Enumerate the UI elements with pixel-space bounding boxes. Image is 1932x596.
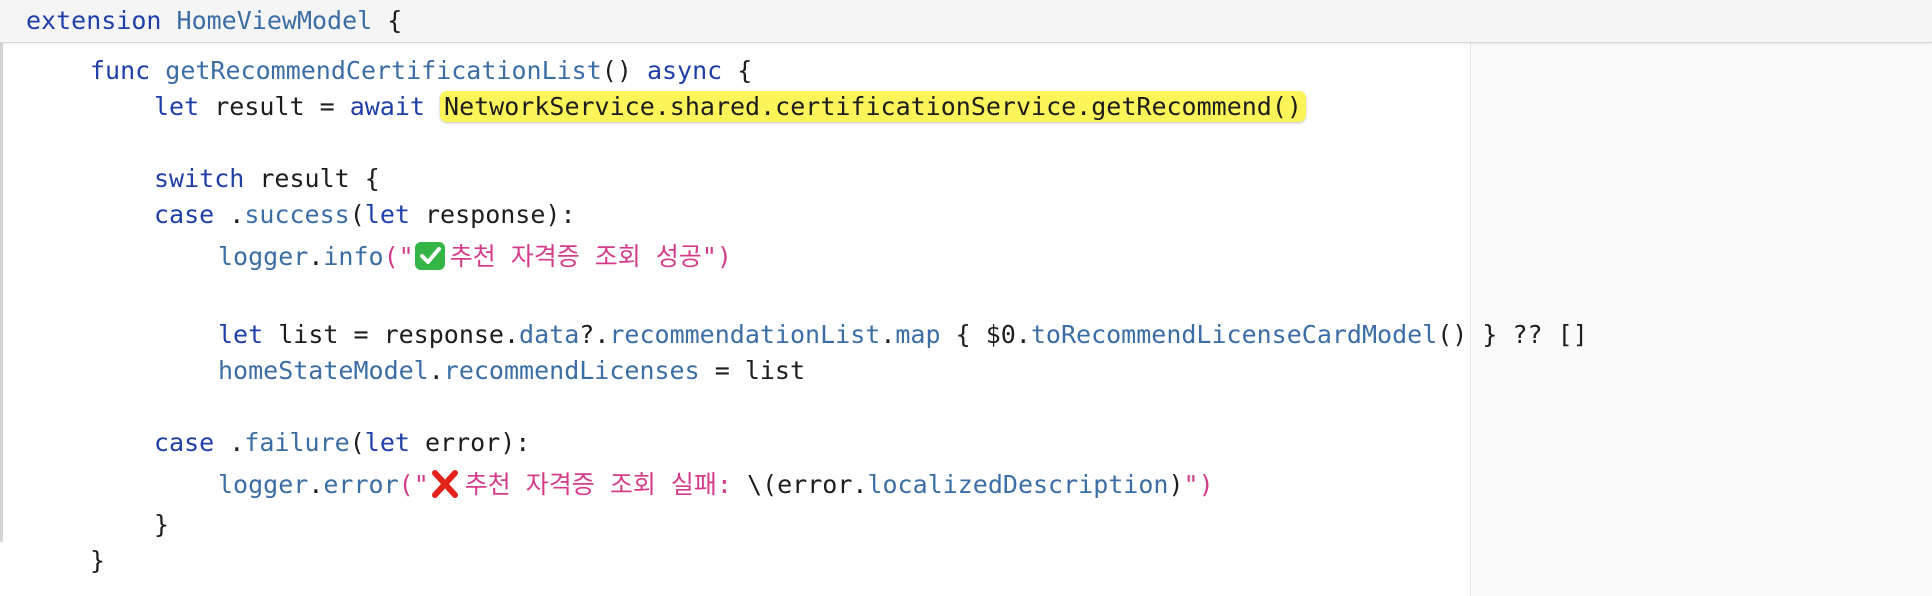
code-line-case-failure[interactable]: case .failure(let error): [154, 426, 530, 460]
assignment-list: = list [714, 356, 806, 385]
closure-open: { $0. [955, 320, 1031, 349]
dot: . [428, 356, 444, 385]
string-close: ") [1183, 470, 1214, 499]
open-paren: ( [349, 428, 365, 457]
dot: . [308, 242, 324, 271]
gutter-indicator [0, 42, 3, 542]
keyword-let: let [218, 320, 264, 349]
code-line-logger-info[interactable]: logger.info(" 추천 자격증 조회 성공") [218, 240, 732, 274]
keyword-case: case [154, 428, 215, 457]
method-to-card-model: toRecommendLicenseCardModel [1030, 320, 1438, 349]
binding-error: error): [424, 428, 531, 457]
method-error: error [323, 470, 399, 499]
function-name: getRecommendCertificationList [165, 56, 602, 85]
code-line-assign-licenses[interactable]: homeStateModel.recommendLicenses = list [218, 354, 805, 388]
property-data: data [519, 320, 580, 349]
parens: () [601, 56, 632, 85]
code-line-close-switch[interactable]: } [154, 508, 169, 542]
code-line-let-list[interactable]: let list = response.data?.recommendation… [218, 318, 1588, 352]
code-line-close-func[interactable]: } [90, 544, 105, 578]
home-state-model: homeStateModel [218, 356, 429, 385]
dot: . [229, 428, 245, 457]
switch-subject: result { [259, 164, 380, 193]
string-close: ") [701, 242, 732, 271]
close-brace: } [154, 510, 170, 539]
failure-message-string: 추천 자격증 조회 실패: [464, 470, 732, 499]
keyword-func: func [90, 56, 151, 85]
optional-chain: ?. [579, 320, 610, 349]
code-line-logger-error[interactable]: logger.error(" 추천 자격증 조회 실패: \(error.loca… [218, 468, 1214, 502]
code-line-case-success[interactable]: case .success(let response): [154, 198, 576, 232]
cross-mark-icon [431, 470, 458, 498]
code-line-let-result[interactable]: let result = await NetworkService.shared… [154, 90, 1306, 124]
keyword-async: async [646, 56, 723, 85]
close-brace: } [90, 546, 106, 575]
highlighted-network-call[interactable]: NetworkService.shared.certificationServi… [440, 91, 1306, 122]
property-recommendation-list: recommendationList [609, 320, 881, 349]
keyword-let: let [364, 428, 410, 457]
property-recommend-licenses: recommendLicenses [443, 356, 700, 385]
method-info: info [323, 242, 384, 271]
property-localized-description: localizedDescription [867, 470, 1169, 499]
logger-object: logger [218, 470, 309, 499]
keyword-case: case [154, 200, 215, 229]
open-brace: { [737, 56, 753, 85]
closure-close: () } ?? [] [1437, 320, 1588, 349]
logger-object: logger [218, 242, 309, 271]
interpolation-close: ) [1168, 470, 1184, 499]
method-map: map [895, 320, 941, 349]
enum-case-success: success [244, 200, 350, 229]
result-assignment: result = [214, 92, 335, 121]
enum-case-failure: failure [244, 428, 350, 457]
keyword-extension: extension [26, 6, 162, 35]
type-name: HomeViewModel [176, 6, 373, 35]
list-assignment: list = response. [278, 320, 520, 349]
check-mark-button-icon [414, 242, 445, 270]
dot: . [229, 200, 245, 229]
keyword-let: let [364, 200, 410, 229]
code-editor[interactable]: extension HomeViewModel { func getRecomm… [0, 0, 1932, 596]
code-line-switch[interactable]: switch result { [154, 162, 380, 196]
string-open: (" [398, 470, 429, 499]
keyword-let: let [154, 92, 200, 121]
open-brace: { [372, 6, 403, 35]
dot: . [308, 470, 324, 499]
keyword-await: await [349, 92, 425, 121]
code-line-func-declaration[interactable]: func getRecommendCertificationList() asy… [90, 54, 752, 88]
sticky-scope-header[interactable]: extension HomeViewModel { [0, 0, 1932, 43]
dot: . [880, 320, 896, 349]
success-message-string: 추천 자격증 조회 성공 [449, 242, 702, 271]
open-paren: ( [349, 200, 365, 229]
interpolation-open: \(error. [731, 470, 868, 499]
extension-declaration-line: extension HomeViewModel { [26, 6, 402, 36]
string-open: (" [383, 242, 414, 271]
keyword-switch: switch [154, 164, 245, 193]
binding-response: response): [424, 200, 576, 229]
